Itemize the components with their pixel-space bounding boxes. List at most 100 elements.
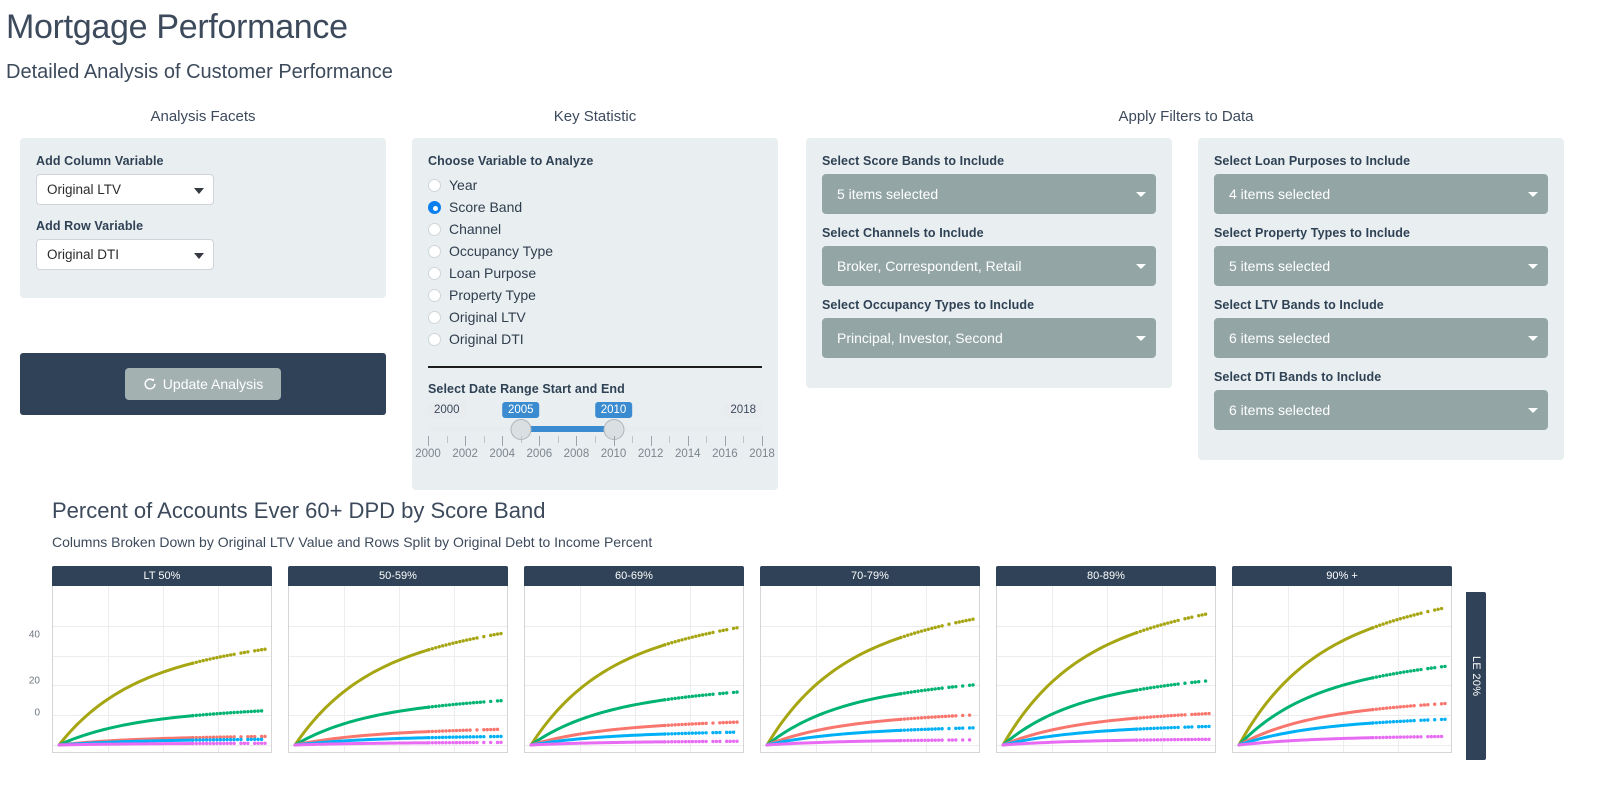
series-point — [475, 701, 478, 704]
series-point — [202, 659, 205, 662]
filter-left-select-2[interactable]: Principal, Investor, Second — [822, 318, 1156, 358]
slider-tick-label: 2004 — [489, 448, 515, 460]
date-range-slider[interactable]: 2000 2018 2005 2010 2000 2002 2004 2006 2008 2010… — [428, 402, 762, 464]
radio-indicator[interactable] — [428, 245, 441, 258]
row-variable-select[interactable]: Original DTI — [36, 239, 214, 270]
series-point — [1173, 683, 1176, 686]
radio-option-year[interactable]: Year — [428, 174, 762, 196]
series-point — [910, 739, 913, 742]
radio-indicator[interactable] — [428, 333, 441, 346]
radio-indicator[interactable] — [428, 179, 441, 192]
series-point — [499, 741, 502, 744]
series-point — [927, 688, 930, 691]
series-point — [205, 738, 208, 741]
series-point — [236, 711, 239, 714]
series-point — [499, 699, 502, 702]
radio-option-property-type[interactable]: Property Type — [428, 284, 762, 306]
analysis-facets-card: Add Column Variable Original LTV Add Row… — [20, 138, 386, 298]
series-point — [687, 732, 690, 735]
series-point — [492, 735, 495, 738]
radio-option-occupancy-type[interactable]: Occupancy Type — [428, 240, 762, 262]
series-point — [916, 739, 919, 742]
series-point — [1399, 671, 1402, 674]
series-point — [212, 712, 215, 715]
radio-option-channel[interactable]: Channel — [428, 218, 762, 240]
series-point — [434, 646, 437, 649]
radio-option-score-band[interactable]: Score Band — [428, 196, 762, 218]
facet-plot — [996, 586, 1216, 753]
series-point — [444, 643, 447, 646]
series-point — [458, 741, 461, 744]
series-point — [725, 740, 728, 743]
series-point — [1204, 738, 1207, 741]
series-point — [1190, 681, 1193, 684]
series-point — [1385, 673, 1388, 676]
series-point — [1173, 726, 1176, 729]
filter-left-select-0[interactable]: 5 items selected — [822, 174, 1156, 214]
series-point — [1163, 726, 1166, 729]
series-point — [1183, 725, 1186, 728]
series-point — [191, 742, 194, 745]
series-point — [916, 689, 919, 692]
filter-right-label-3: Select DTI Bands to Include — [1214, 370, 1548, 384]
series-point — [903, 691, 906, 694]
series-point — [226, 738, 229, 741]
series-point — [260, 648, 263, 651]
series-point — [906, 717, 909, 720]
radio-indicator[interactable] — [428, 223, 441, 236]
series-point — [468, 735, 471, 738]
column-variable-select[interactable]: Original LTV — [36, 174, 214, 205]
series-point — [198, 742, 201, 745]
facet-plot — [760, 586, 980, 753]
series-point — [1388, 706, 1391, 709]
series-point — [1156, 624, 1159, 627]
series-line — [295, 743, 429, 745]
filter-left-select-1[interactable]: Broker, Correspondent, Retail — [822, 246, 1156, 286]
series-point — [438, 741, 441, 744]
series-point — [1166, 738, 1169, 741]
radio-indicator[interactable] — [428, 311, 441, 324]
series-point — [246, 742, 249, 745]
series-point — [927, 739, 930, 742]
series-point — [1395, 618, 1398, 621]
series-line — [767, 637, 901, 745]
series-point — [448, 703, 451, 706]
radio-option-loan-purpose[interactable]: Loan Purpose — [428, 262, 762, 284]
series-point — [1166, 714, 1169, 717]
facet-column-label: 80-89% — [996, 566, 1216, 586]
series-point — [1204, 613, 1207, 616]
series-point — [434, 741, 437, 744]
series-point — [1392, 706, 1395, 709]
filter-right-select-3[interactable]: 6 items selected — [1214, 390, 1548, 430]
slider-tick — [595, 436, 596, 443]
radio-indicator[interactable] — [428, 289, 441, 302]
filter-right-select-2[interactable]: 6 items selected — [1214, 318, 1548, 358]
series-point — [916, 630, 919, 633]
filter-right-value-2: 6 items selected — [1229, 330, 1330, 346]
series-point — [1139, 716, 1142, 719]
series-point — [1163, 714, 1166, 717]
series-point — [1399, 735, 1402, 738]
panel-headings: Analysis Facets Key Statistic Apply Filt… — [0, 108, 1600, 132]
facet-plot — [1232, 586, 1452, 753]
series-point — [937, 727, 940, 730]
series-point — [232, 738, 235, 741]
radio-option-original-ltv[interactable]: Original LTV — [428, 306, 762, 328]
facet-row-label: LE 20% — [1466, 592, 1486, 760]
series-point — [441, 736, 444, 739]
series-point — [951, 738, 954, 741]
series-point — [920, 689, 923, 692]
series-point — [930, 739, 933, 742]
series-point — [198, 713, 201, 716]
series-point — [903, 728, 906, 731]
radio-indicator[interactable] — [428, 267, 441, 280]
update-analysis-button[interactable]: Update Analysis — [125, 368, 281, 400]
radio-option-original-dti[interactable]: Original DTI — [428, 328, 762, 350]
radio-indicator[interactable] — [428, 201, 441, 214]
series-point — [930, 627, 933, 630]
filter-right-select-1[interactable]: 5 items selected — [1214, 246, 1548, 286]
filter-right-select-0[interactable]: 4 items selected — [1214, 174, 1548, 214]
series-point — [1378, 736, 1381, 739]
series-point — [451, 741, 454, 744]
series-point — [195, 738, 198, 741]
